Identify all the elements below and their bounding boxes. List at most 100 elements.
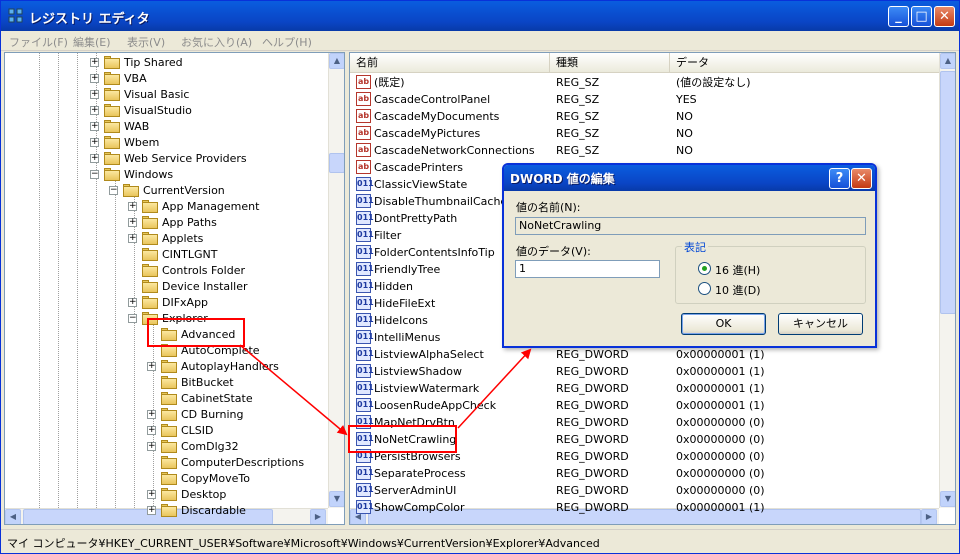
tree-item[interactable]: + Tip Shared xyxy=(5,55,325,71)
help-button[interactable]: ? xyxy=(829,168,850,189)
collapse-icon[interactable]: − xyxy=(128,314,137,323)
menu-help[interactable]: ヘルプ(H) xyxy=(262,34,312,50)
tree-item[interactable]: + CD Burning xyxy=(5,407,325,423)
list-item[interactable]: ab CascadeMyDocuments REG_SZ NO xyxy=(350,108,940,125)
expand-icon[interactable]: + xyxy=(90,122,99,131)
tree-item[interactable]: + Applets xyxy=(5,231,325,247)
tree-item[interactable]: + DIFxApp xyxy=(5,295,325,311)
menu-file[interactable]: ファイル(F) xyxy=(9,34,68,50)
expand-icon[interactable]: + xyxy=(147,506,156,515)
list-item[interactable]: ab CascadeNetworkConnections REG_SZ NO xyxy=(350,142,940,159)
string-value-icon: ab xyxy=(356,126,371,140)
expand-icon[interactable]: + xyxy=(147,410,156,419)
scroll-thumb[interactable] xyxy=(329,153,344,173)
tree-item[interactable]: + AutoplayHandlers xyxy=(5,359,325,375)
tree-item[interactable]: + Desktop xyxy=(5,487,325,503)
menu-view[interactable]: 表示(V) xyxy=(127,34,165,50)
folder-icon xyxy=(104,88,120,101)
tree-item[interactable]: + App Paths xyxy=(5,215,325,231)
scroll-up-button[interactable]: ▲ xyxy=(329,53,344,69)
hex-label[interactable]: 16 進(H) xyxy=(715,262,760,278)
tree-item[interactable]: CopyMoveTo xyxy=(5,471,325,487)
title-bar[interactable]: レジストリ エディタ _ □ ✕ xyxy=(1,1,959,31)
list-item[interactable]: ab CascadeControlPanel REG_SZ YES xyxy=(350,91,940,108)
expand-icon[interactable]: + xyxy=(128,298,137,307)
tree-item[interactable]: + ComDlg32 xyxy=(5,439,325,455)
tree-item[interactable]: + Wbem xyxy=(5,135,325,151)
close-button[interactable]: ✕ xyxy=(934,6,955,27)
list-item[interactable]: 011 ShowCompColor REG_DWORD 0x00000001 (1) xyxy=(350,499,940,516)
decimal-radio[interactable] xyxy=(698,282,711,295)
expand-icon[interactable]: + xyxy=(90,74,99,83)
expand-icon[interactable]: + xyxy=(128,218,137,227)
list-item[interactable]: ab (既定) REG_SZ (値の設定なし) xyxy=(350,74,940,91)
list-item[interactable]: 011 SeparateProcess REG_DWORD 0x00000000 (0… xyxy=(350,465,940,482)
value-type: REG_DWORD xyxy=(556,365,629,378)
expand-icon[interactable]: + xyxy=(90,154,99,163)
tree-item[interactable]: + CLSID xyxy=(5,423,325,439)
column-name-header[interactable]: 名前 xyxy=(350,53,550,73)
list-item[interactable]: 011 LoosenRudeAppCheck REG_DWORD 0x00000001… xyxy=(350,397,940,414)
menu-favorites[interactable]: お気に入り(A) xyxy=(181,34,252,50)
list-vertical-scrollbar[interactable]: ▲ ▼ xyxy=(939,53,955,508)
scroll-down-button[interactable]: ▼ xyxy=(940,491,955,507)
value-name: SeparateProcess xyxy=(374,467,466,480)
cancel-button[interactable]: キャンセル xyxy=(778,313,863,335)
tree-item[interactable]: − CurrentVersion xyxy=(5,183,325,199)
expand-icon[interactable]: + xyxy=(128,202,137,211)
tree-item[interactable]: − Windows xyxy=(5,167,325,183)
list-item[interactable]: 011 ServerAdminUI REG_DWORD 0x00000000 (0) xyxy=(350,482,940,499)
expand-icon[interactable]: + xyxy=(147,426,156,435)
list-item[interactable]: 011 ListviewShadow REG_DWORD 0x00000001 (1) xyxy=(350,363,940,380)
tree-item[interactable]: + WAB xyxy=(5,119,325,135)
tree-item[interactable]: + Visual Basic xyxy=(5,87,325,103)
expand-icon[interactable]: + xyxy=(147,442,156,451)
tree-item[interactable]: BitBucket xyxy=(5,375,325,391)
scroll-up-button[interactable]: ▲ xyxy=(940,53,955,69)
value-data-input[interactable]: 1 xyxy=(515,260,660,278)
tree-vertical-scrollbar[interactable]: ▲ ▼ xyxy=(328,53,344,508)
dialog-title-bar[interactable]: DWORD 値の編集 ? ✕ xyxy=(504,165,875,191)
column-data-header[interactable]: データ xyxy=(670,53,940,73)
registry-tree[interactable]: ▲ ▼ ◀ ▶ + Tip Shared + VBA + Visual Basic + Vis… xyxy=(4,52,345,525)
decimal-label[interactable]: 10 進(D) xyxy=(715,282,761,298)
expand-icon[interactable]: + xyxy=(90,106,99,115)
tree-item[interactable]: Controls Folder xyxy=(5,263,325,279)
tree-item-label: WAB xyxy=(124,120,150,133)
folder-icon xyxy=(104,56,120,69)
value-name: ClassicViewState xyxy=(374,178,468,191)
tree-item[interactable]: + App Management xyxy=(5,199,325,215)
list-item[interactable]: 011 ListviewAlphaSelect REG_DWORD 0x0000000… xyxy=(350,346,940,363)
tree-item[interactable]: + Discardable xyxy=(5,503,325,519)
list-item[interactable]: ab CascadeMyPictures REG_SZ NO xyxy=(350,125,940,142)
folder-icon xyxy=(123,184,139,197)
tree-item[interactable]: CINTLGNT xyxy=(5,247,325,263)
expand-icon[interactable]: + xyxy=(90,90,99,99)
ok-button[interactable]: OK xyxy=(681,313,766,335)
tree-item[interactable]: ComputerDescriptions xyxy=(5,455,325,471)
hex-radio[interactable] xyxy=(698,262,711,275)
collapse-icon[interactable]: − xyxy=(90,170,99,179)
expand-icon[interactable]: + xyxy=(90,58,99,67)
collapse-icon[interactable]: − xyxy=(109,186,118,195)
scroll-down-button[interactable]: ▼ xyxy=(329,491,344,507)
dialog-close-button[interactable]: ✕ xyxy=(851,168,872,189)
column-type-header[interactable]: 種類 xyxy=(550,53,670,73)
tree-item[interactable]: Device Installer xyxy=(5,279,325,295)
scroll-thumb[interactable] xyxy=(940,71,955,314)
expand-icon[interactable]: + xyxy=(147,490,156,499)
tree-item-label: CabinetState xyxy=(181,392,253,405)
expand-icon[interactable]: + xyxy=(128,234,137,243)
maximize-button[interactable]: □ xyxy=(911,6,932,27)
tree-item[interactable]: + VBA xyxy=(5,71,325,87)
expand-icon[interactable]: + xyxy=(147,362,156,371)
expand-icon[interactable]: + xyxy=(90,138,99,147)
menu-edit[interactable]: 編集(E) xyxy=(73,34,111,50)
value-type: REG_SZ xyxy=(556,144,600,157)
tree-item[interactable]: CabinetState xyxy=(5,391,325,407)
list-item[interactable]: 011 ListviewWatermark REG_DWORD 0x00000001 … xyxy=(350,380,940,397)
minimize-button[interactable]: _ xyxy=(888,6,909,27)
tree-item-label: CurrentVersion xyxy=(143,184,225,197)
tree-item[interactable]: + VisualStudio xyxy=(5,103,325,119)
tree-item[interactable]: + Web Service Providers xyxy=(5,151,325,167)
